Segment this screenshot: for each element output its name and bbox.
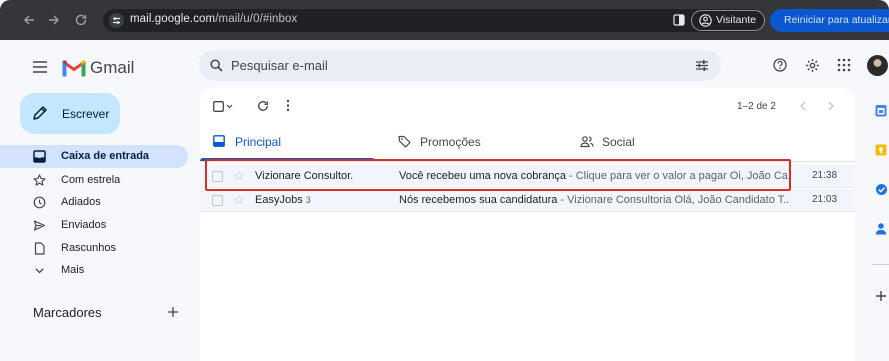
sidebar-item-label: Enviados — [61, 219, 107, 231]
select-all-checkbox[interactable] — [213, 101, 233, 112]
email-sender: EasyJobs 3 — [255, 194, 311, 206]
tag-icon — [398, 135, 411, 148]
sidebar-item-inbox[interactable]: Caixa de entrada — [0, 145, 188, 168]
sidebar-item-snoozed[interactable]: Adiados — [0, 191, 188, 214]
pencil-icon — [33, 106, 47, 120]
sidebar-item-drafts[interactable]: Rascunhos — [0, 237, 188, 260]
app-title[interactable]: Gmail — [90, 58, 134, 78]
contacts-icon[interactable] — [875, 222, 887, 235]
compose-button[interactable]: Escrever — [20, 93, 120, 134]
apps-grid-icon[interactable] — [837, 58, 851, 72]
sidebar-item-label: Com estrela — [61, 174, 121, 186]
profile-label: Visitante — [716, 14, 757, 26]
address-bar[interactable]: mail.google.com/mail/u/0/#inbox — [103, 9, 764, 32]
star-icon — [33, 174, 46, 186]
sidebar-item-sent[interactable]: Enviados — [0, 214, 188, 237]
refresh-icon[interactable] — [257, 100, 269, 112]
sidebar-item-label: Mais — [61, 264, 85, 276]
calendar-icon[interactable] — [875, 104, 887, 117]
star-icon[interactable]: ☆ — [233, 192, 245, 208]
sidebar-item-label: Caixa de entrada — [61, 150, 150, 162]
labels-heading: Marcadores — [33, 305, 102, 320]
send-icon — [33, 220, 46, 231]
inbox-icon — [213, 135, 225, 147]
rail-divider — [872, 264, 889, 265]
profile-icon — [699, 14, 712, 27]
gmail-logo-icon[interactable] — [62, 58, 86, 77]
forward-icon[interactable] — [47, 13, 61, 27]
draft-icon — [34, 242, 45, 255]
search-icon[interactable] — [210, 59, 223, 72]
main-menu-icon[interactable] — [32, 60, 48, 74]
chevron-down-icon — [35, 268, 44, 274]
account-avatar[interactable] — [867, 55, 888, 76]
add-label-icon[interactable] — [167, 306, 179, 318]
search-input[interactable]: Pesquisar e-mail — [231, 58, 328, 73]
restart-to-update-button[interactable]: Reiniciar para atualizar — [770, 9, 889, 32]
search-bar[interactable]: Pesquisar e-mail — [199, 50, 721, 81]
inbox-icon — [33, 150, 46, 163]
clock-icon — [33, 196, 46, 209]
sidebar-item-starred[interactable]: Com estrela — [0, 169, 188, 192]
tab-label: Principal — [235, 135, 282, 149]
email-checkbox[interactable] — [212, 195, 223, 206]
side-panel-icon[interactable] — [673, 14, 685, 26]
pagination-label: 1–2 de 2 — [737, 101, 776, 112]
people-icon — [580, 136, 594, 148]
email-time: 21:03 — [812, 194, 838, 205]
sidebar-item-label: Adiados — [61, 196, 101, 208]
tab-label: Promoções — [420, 135, 481, 149]
site-settings-icon[interactable] — [109, 13, 124, 28]
sidebar-item-more[interactable]: Mais — [0, 259, 188, 282]
profile-button[interactable]: Visitante — [691, 10, 766, 31]
reload-icon[interactable] — [74, 13, 88, 27]
get-add-ons-icon[interactable] — [875, 290, 887, 302]
more-options-icon[interactable] — [286, 99, 290, 112]
keep-icon[interactable] — [875, 144, 887, 156]
help-icon[interactable] — [773, 58, 787, 72]
email-time: 21:38 — [812, 170, 838, 181]
next-page-icon[interactable] — [827, 101, 835, 111]
search-options-icon[interactable] — [695, 59, 709, 72]
back-icon[interactable] — [22, 13, 36, 27]
browser-toolbar: mail.google.com/mail/u/0/#inbox Visitant… — [0, 0, 889, 40]
sidebar-item-label: Rascunhos — [61, 242, 117, 254]
tasks-icon[interactable] — [875, 183, 888, 196]
tab-label: Social — [602, 135, 635, 149]
email-subject-snippet: Nós recebemos sua candidatura - Vizionar… — [399, 194, 789, 206]
highlight-box — [205, 159, 791, 191]
compose-label: Escrever — [62, 107, 110, 121]
message-list-pane: 1–2 de 2 Principal Promoções Social ☆ Vi… — [200, 88, 855, 361]
url-text: mail.google.com/mail/u/0/#inbox — [130, 13, 298, 25]
previous-page-icon[interactable] — [799, 101, 807, 111]
email-row[interactable]: ☆ EasyJobs 3 Nós recebemos sua candidatu… — [200, 189, 855, 212]
settings-icon[interactable] — [805, 58, 820, 73]
